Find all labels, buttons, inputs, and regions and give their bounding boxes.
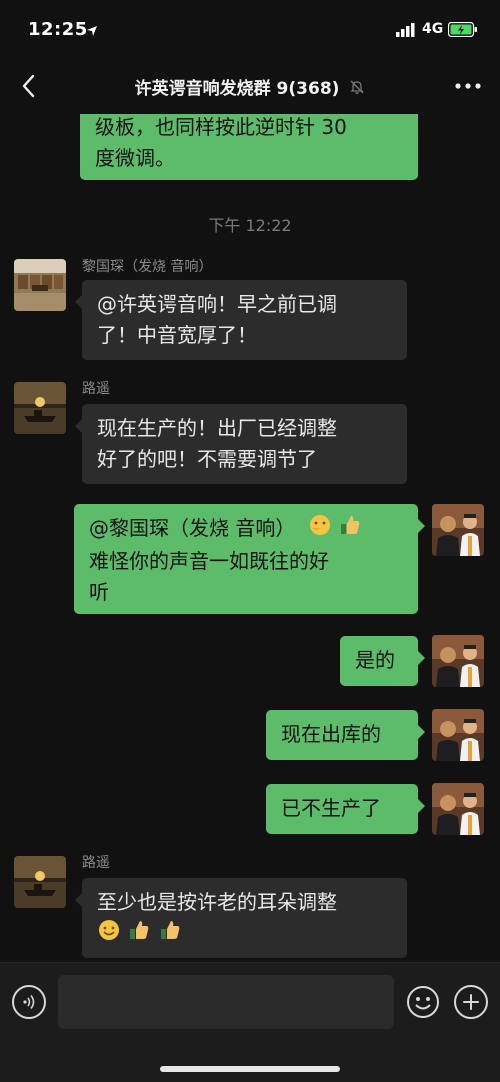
message-line: 度微调。 — [95, 146, 175, 170]
message-line: 好了的吧！不需要调节了 — [97, 447, 317, 471]
message-line: 现在生产的！出厂已经调整 — [97, 416, 337, 440]
message-bubble-self[interactable]: 级板，也同样按此逆时针 30 度微调。 — [80, 114, 418, 180]
message-line: 已不生产了 — [281, 796, 381, 820]
plus-icon — [463, 994, 479, 1010]
message-line: @许英谔音响！早之前已调 — [97, 292, 337, 316]
avatar-lu-yao[interactable] — [14, 856, 66, 908]
chat-title-text: 许英谔音响发烧群 9(368) — [134, 79, 340, 99]
thumbs-up-icon — [127, 918, 151, 951]
message-timestamp: 下午 12:22 — [208, 216, 292, 235]
voice-icon — [23, 995, 35, 1009]
message-line: 现在出库的 — [281, 722, 381, 746]
avatar-lu-yao[interactable] — [14, 382, 66, 434]
avatar-self[interactable] — [432, 709, 484, 761]
more-button[interactable] — [450, 70, 486, 102]
battery-icon — [447, 21, 478, 41]
message-line: 级板，也同样按此逆时针 30 — [95, 115, 347, 139]
location-arrow-icon — [86, 22, 98, 41]
chat-title: 许英谔音响发烧群 9(368) — [0, 74, 500, 100]
message-bubble-self[interactable]: @黎国琛（发烧 音响） 难怪你的声音一如既往的好 听 — [74, 504, 425, 614]
shy-emoji-icon — [308, 513, 332, 546]
signal-icon — [396, 22, 416, 41]
message-bubble-self[interactable]: 现在出库的 — [266, 710, 425, 760]
sender-name: 路遥 — [82, 381, 110, 397]
message-line: 听 — [89, 580, 109, 604]
status-time: 12:25 — [28, 19, 88, 40]
input-bar — [0, 962, 500, 1082]
more-actions-button[interactable] — [454, 985, 488, 1019]
emoji-button[interactable] — [406, 985, 440, 1019]
message-bubble-other[interactable]: 现在生产的！出厂已经调整 好了的吧！不需要调节了 — [75, 404, 407, 484]
message-line: 了！中音宽厚了！ — [97, 323, 257, 347]
more-dots-icon — [455, 83, 481, 89]
message-bubble-self[interactable]: 已不生产了 — [266, 784, 425, 834]
thumbs-up-icon — [338, 513, 362, 546]
mute-bell-icon — [349, 79, 365, 100]
smiley-icon — [407, 986, 439, 1018]
status-bar: 12:25 4G — [0, 0, 500, 58]
message-line: 至少也是按许老的耳朵调整 — [97, 890, 337, 914]
sender-name: 黎国琛（发烧 音响） — [82, 259, 213, 275]
home-indicator[interactable] — [160, 1066, 340, 1072]
message-bubble-other[interactable]: 至少也是按许老的耳朵调整 — [75, 878, 407, 958]
sender-name: 路遥 — [82, 855, 110, 871]
message-input[interactable] — [58, 975, 394, 1029]
message-line: @黎国琛（发烧 音响） — [89, 513, 403, 546]
mention-text: @黎国琛（发烧 音响） — [89, 516, 296, 540]
network-type: 4G — [422, 21, 444, 37]
avatar-self[interactable] — [432, 635, 484, 687]
message-list[interactable]: 级板，也同样按此逆时针 30 度微调。 下午 12:22 黎国琛（发烧 音响） … — [0, 114, 500, 962]
nav-bar: 许英谔音响发烧群 9(368) — [0, 58, 500, 114]
avatar-li-guochen[interactable] — [14, 259, 66, 311]
avatar-self[interactable] — [432, 783, 484, 835]
message-bubble-self[interactable]: 是的 — [340, 636, 425, 686]
smile-emoji-icon — [97, 918, 121, 951]
voice-button[interactable] — [12, 985, 46, 1019]
message-line: 是的 — [355, 648, 395, 672]
avatar-self[interactable] — [432, 504, 484, 556]
message-line — [97, 918, 392, 951]
message-bubble-other[interactable]: @许英谔音响！早之前已调 了！中音宽厚了！ — [75, 280, 407, 360]
chat-screen: 12:25 4G 许英谔音响发烧群 9(368) 级板，也同样按此逆时针 30 … — [0, 0, 500, 1082]
message-line: 难怪你的声音一如既往的好 — [89, 549, 329, 573]
thumbs-up-icon — [158, 918, 182, 951]
